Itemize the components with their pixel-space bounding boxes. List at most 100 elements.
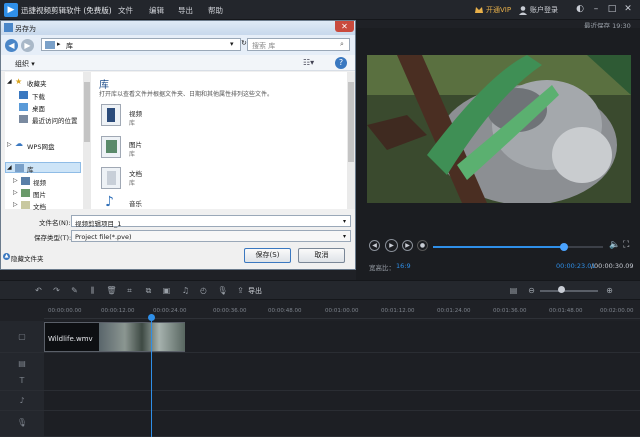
zoom-out-icon[interactable]: ⊖ [526,285,537,296]
aspect-ratio-value[interactable]: 16:9 [396,262,411,270]
library-name[interactable]: 视频 [129,108,142,118]
nav-desktop[interactable]: 桌面 [32,103,45,113]
voice-track[interactable] [44,411,640,437]
library-type: 库 [129,120,136,127]
menu-file[interactable]: 文件 [118,5,133,16]
skin-icon[interactable]: ◐ [574,3,586,16]
edit-icon[interactable]: ✎ [69,285,80,296]
redo-icon[interactable]: ↷ [51,285,62,296]
library-type: 库 [129,180,136,187]
video-library-icon[interactable] [101,104,121,126]
refresh-icon[interactable]: ↻ [241,39,247,47]
filetype-label: 保存类型(T): [34,234,72,242]
forward-icon[interactable]: ▶ [21,39,34,52]
expand-favorites-icon[interactable]: ◢ [7,78,12,85]
nav-scroll-thumb[interactable] [84,82,90,142]
aspect-ratio-label: 宽高比： [369,264,395,272]
view-options-icon[interactable]: ☷▾ [303,58,314,67]
split-icon[interactable]: ⫼ [87,285,98,296]
document-library-icon[interactable] [101,167,121,189]
account-login-button[interactable]: 账户登录 [530,5,558,15]
nav-scrollbar[interactable] [83,72,91,209]
mic-icon[interactable]: 🎙 [217,285,228,296]
maximize-icon[interactable]: □ [606,3,618,16]
menu-export[interactable]: 导出 [178,5,193,16]
music-library-icon[interactable]: ♪ [105,194,114,210]
organize-menu[interactable]: 组织 ▾ [15,59,35,69]
library-name[interactable]: 文档 [129,168,142,178]
nav-wps-cloud[interactable]: WPS网盘 [27,141,54,151]
expand-pictures-icon[interactable]: ▷ [13,189,18,196]
speed-icon[interactable]: ◴ [198,285,209,296]
playhead-handle[interactable] [148,314,155,321]
nav-downloads[interactable]: 下载 [32,91,45,101]
collapse-icon[interactable]: ▲ [3,253,10,260]
nav-favorites[interactable]: 收藏夹 [27,78,47,88]
zoom-slider[interactable] [540,290,598,292]
filename-value[interactable]: 视频剪辑项目_1 [75,218,121,228]
text-track-header: T [0,371,44,391]
video-clip[interactable]: Wildlife.wmv [44,322,185,352]
cancel-button[interactable]: 取消 [298,248,345,263]
zoom-in-icon[interactable]: ⊕ [604,285,615,296]
expand-documents-icon[interactable]: ▷ [13,201,18,208]
content-scrollbar[interactable] [347,72,355,209]
crop-icon[interactable]: ⌗ [124,285,135,296]
export-icon[interactable]: ⇪ [235,285,246,296]
volume-icon[interactable]: 🔈 [609,240,620,250]
voice-track-header: 🎙 [0,411,44,437]
nav-recent[interactable]: 最近访问的位置 [32,115,78,125]
export-label[interactable]: 导出 [248,286,262,296]
library-name[interactable]: 图片 [129,139,142,149]
music-track[interactable] [44,391,640,411]
nav-pictures[interactable]: 图片 [33,189,46,199]
play-icon[interactable]: ▶ [385,239,398,252]
nav-videos[interactable]: 视频 [33,177,46,187]
image-icon[interactable]: ▣ [161,285,172,296]
search-icon[interactable]: ⌕ [340,40,344,49]
text-track[interactable] [44,371,640,391]
next-frame-icon[interactable]: ▶ [402,240,413,251]
fit-icon[interactable]: ▤ [508,285,519,296]
prev-frame-icon[interactable]: ◀ [369,240,380,251]
filename-input[interactable]: 视频剪辑项目_1 ▾ [71,215,351,228]
seek-bar[interactable] [433,243,603,251]
nav-library[interactable]: 库 [27,164,34,174]
expand-wps-icon[interactable]: ▷ [7,141,12,148]
playhead[interactable] [151,314,152,437]
dialog-close-icon[interactable]: ✕ [335,21,354,32]
search-input[interactable]: 搜索 库 ⌕ [247,38,350,51]
back-icon[interactable]: ◀ [5,39,18,52]
copy-icon[interactable]: ⧉ [143,285,154,296]
seek-handle[interactable] [559,243,568,251]
filetype-dropdown-icon[interactable]: ▾ [343,233,346,240]
menu-edit[interactable]: 编辑 [149,5,164,16]
save-button[interactable]: 保存(S) [244,248,291,263]
menu-help[interactable]: 帮助 [208,5,223,16]
nav-documents[interactable]: 文档 [33,201,46,211]
stop-icon[interactable]: ● [417,240,428,251]
minimize-icon[interactable]: – [590,3,602,16]
delete-icon[interactable]: 🗑 [106,285,117,296]
tick-label: 00:01:12.00 [381,308,415,314]
undo-icon[interactable]: ↶ [33,285,44,296]
close-icon[interactable]: ✕ [622,3,634,16]
filename-dropdown-icon[interactable]: ▾ [343,218,346,225]
expand-videos-icon[interactable]: ▷ [13,177,18,184]
hide-folders-toggle[interactable]: 隐藏文件夹 [11,253,44,263]
zoom-knob[interactable] [558,286,565,293]
filetype-select[interactable]: Project file(*.pve) ▾ [71,230,351,242]
tick-label: 00:00:00.00 [48,308,82,314]
breadcrumb-arrow-icon[interactable]: ▸ [57,40,61,48]
expand-library-icon[interactable]: ◢ [7,164,12,171]
fullscreen-icon[interactable]: ⛶ [623,240,629,250]
address-box[interactable]: ▸ 库 ▾ [41,38,241,51]
picture-library-icon[interactable] [101,136,121,158]
help-icon[interactable]: ? [335,57,347,69]
audio-edit-icon[interactable]: ♫ [180,285,191,296]
vip-button[interactable]: 开通VIP [486,5,511,15]
library-name[interactable]: 音乐 [129,198,142,208]
breadcrumb[interactable]: 库 [66,41,73,51]
address-dropdown-icon[interactable]: ▾ [230,40,234,48]
content-scroll-thumb[interactable] [348,82,354,162]
